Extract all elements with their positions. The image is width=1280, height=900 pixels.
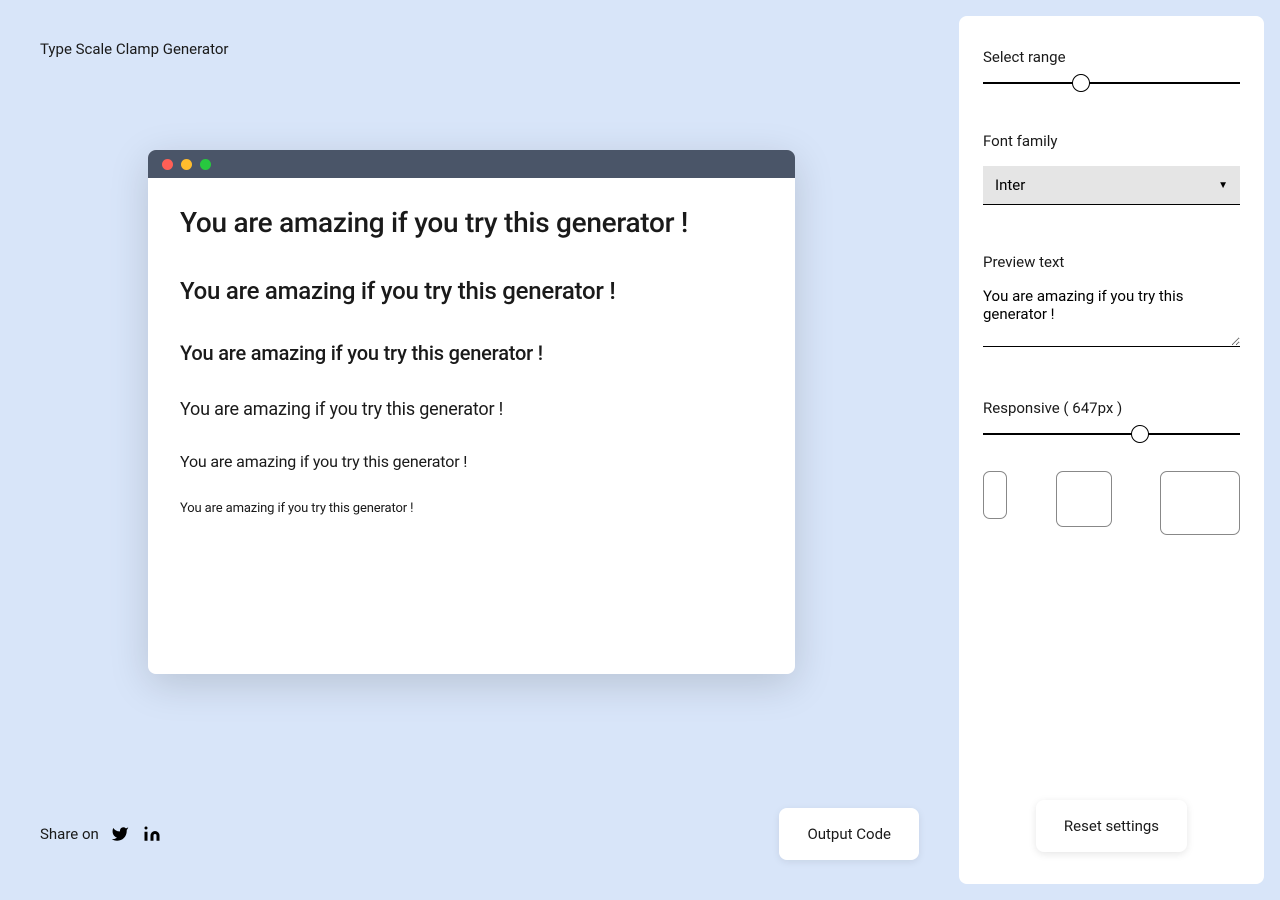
- preview-line-4: You are amazing if you try this generato…: [180, 399, 763, 420]
- font-family-value: Inter: [995, 176, 1025, 194]
- twitter-icon[interactable]: [111, 825, 129, 843]
- preview-content: You are amazing if you try this generato…: [148, 178, 795, 544]
- preview-line-3: You are amazing if you try this generato…: [180, 341, 763, 365]
- preview-line-5: You are amazing if you try this generato…: [180, 452, 763, 471]
- window-chrome: [148, 150, 795, 178]
- share-label: Share on: [40, 825, 99, 843]
- preview-line-2: You are amazing if you try this generato…: [180, 277, 763, 305]
- chevron-down-icon: ▼: [1218, 180, 1228, 191]
- range-slider[interactable]: [983, 82, 1240, 84]
- maximize-icon: [200, 159, 211, 170]
- tablet-device-button[interactable]: [1056, 471, 1112, 527]
- preview-line-6: You are amazing if you try this generato…: [180, 501, 763, 516]
- close-icon: [162, 159, 173, 170]
- range-label: Select range: [983, 48, 1240, 66]
- preview-window: You are amazing if you try this generato…: [148, 150, 795, 674]
- font-family-select[interactable]: Inter ▼: [983, 166, 1240, 205]
- desktop-device-button[interactable]: [1160, 471, 1240, 535]
- mobile-device-button[interactable]: [983, 471, 1007, 519]
- responsive-slider-thumb[interactable]: [1131, 425, 1149, 443]
- font-family-label: Font family: [983, 132, 1240, 150]
- output-code-button[interactable]: Output Code: [779, 808, 919, 860]
- settings-sidebar: Select range Font family Inter ▼ Preview…: [959, 16, 1264, 884]
- responsive-slider[interactable]: [983, 433, 1240, 435]
- range-slider-thumb[interactable]: [1072, 74, 1090, 92]
- page-title: Type Scale Clamp Generator: [40, 40, 919, 58]
- minimize-icon: [181, 159, 192, 170]
- preview-text-input[interactable]: [983, 287, 1240, 347]
- preview-line-1: You are amazing if you try this generato…: [180, 206, 763, 239]
- linkedin-icon[interactable]: [143, 825, 161, 843]
- responsive-label: Responsive ( 647px ): [983, 399, 1240, 417]
- preview-text-label: Preview text: [983, 253, 1240, 271]
- reset-settings-button[interactable]: Reset settings: [1036, 800, 1187, 852]
